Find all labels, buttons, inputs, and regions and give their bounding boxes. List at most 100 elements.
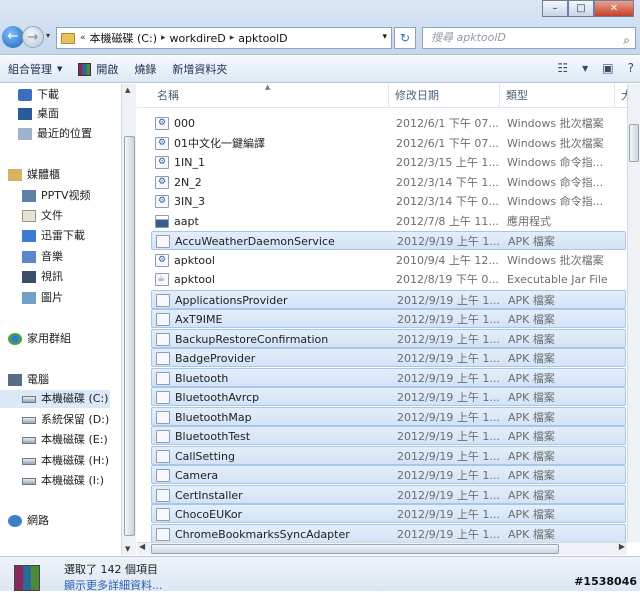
breadcrumb-apktool[interactable]: apktoolD (238, 32, 287, 45)
help-icon[interactable]: ? (628, 61, 634, 75)
file-name: AccuWeatherDaemonService (175, 235, 335, 248)
file-row[interactable]: 2N_2 2012/3/14 下午 1... Windows 命令指... (151, 173, 626, 192)
sidebar-item[interactable]: 本機磁碟 (E:) (0, 431, 108, 449)
column-date[interactable]: 修改日期 (389, 84, 500, 108)
file-list-scrollbar[interactable] (627, 84, 640, 542)
file-row[interactable]: CertInstaller 2012/9/19 上午 1... APK 檔案 (151, 484, 626, 504)
sidebar-item[interactable]: 本機磁碟 (I:) (0, 472, 104, 490)
scroll-thumb[interactable] (629, 124, 639, 162)
navigation-pane: 下載 桌面 最近的位置 媒體櫃 PPTV视频 文件 迅雷下載 音樂 視訊 圖片 家用群組 電腦 本機磁碟… (0, 84, 120, 555)
file-name: 2N_2 (174, 175, 202, 189)
burn-label: 燒錄 (134, 62, 157, 76)
file-row[interactable]: BluetoothMap 2012/9/19 上午 1... APK 檔案 (151, 406, 626, 426)
open-button[interactable]: 開啟 (70, 56, 126, 83)
sidebar-item[interactable]: 文件 (0, 207, 63, 225)
file-name: BluetoothMap (175, 410, 252, 424)
video-icon (22, 190, 36, 202)
new-folder-button[interactable]: 新增資料夾 (164, 56, 235, 83)
scroll-thumb[interactable] (124, 136, 135, 536)
breadcrumb-separator-icon[interactable]: ▸ (230, 33, 235, 43)
back-button[interactable]: ← (2, 26, 24, 48)
file-name: apktool (174, 273, 215, 286)
forward-button[interactable]: → (22, 26, 44, 48)
breadcrumb-separator-icon[interactable]: ▸ (161, 33, 166, 43)
chevron-down-icon: ▼ (57, 64, 63, 73)
burn-button[interactable]: 燒錄 (126, 56, 164, 83)
file-date: 2012/9/19 上午 1... (397, 488, 500, 502)
file-row[interactable]: 000 2012/6/1 下午 07... Windows 批次檔案 (151, 114, 626, 133)
apk-file-icon (156, 527, 170, 541)
file-row[interactable]: AccuWeatherDaemonService 2012/9/19 上午 1..… (151, 231, 626, 250)
scroll-thumb[interactable] (151, 544, 559, 554)
scroll-up-icon[interactable]: ▲ (125, 86, 130, 94)
file-row[interactable]: CallSetting 2012/9/19 上午 1... APK 檔案 (151, 445, 626, 465)
search-input[interactable]: 搜尋 apktoolD ⌕ (422, 27, 636, 49)
breadcrumb-workdir[interactable]: workdireD (170, 32, 226, 45)
sidebar-item[interactable]: 媒體櫃 (0, 166, 60, 184)
maximize-button[interactable]: □ (568, 0, 594, 17)
address-dropdown-icon[interactable]: ▾ (382, 32, 387, 42)
file-row[interactable]: aapt 2012/7/8 上午 11... 應用程式 (151, 212, 626, 231)
file-row[interactable]: 3IN_3 2012/3/14 下午 0... Windows 命令指... (151, 192, 626, 211)
file-row[interactable]: ChocoEUKor 2012/9/19 上午 1... APK 檔案 (151, 504, 626, 523)
sidebar-item[interactable]: 系統保留 (D:) (0, 411, 109, 429)
scroll-left-icon[interactable]: ◀ (139, 542, 145, 551)
sidebar-item[interactable]: 電腦 (0, 371, 49, 389)
sidebar-item[interactable]: 本機磁碟 (C:) (0, 390, 110, 408)
address-bar[interactable]: « 本機磁碟 (C:) ▸ workdireD ▸ apktoolD ▾ (56, 27, 392, 49)
sidebar-item[interactable]: 圖片 (0, 289, 63, 307)
file-row[interactable]: 01中文化一鍵編譯 2012/6/1 下午 07... Windows 批次檔案 (151, 134, 626, 153)
search-icon[interactable]: ⌕ (623, 30, 630, 50)
file-type: APK 檔案 (508, 430, 555, 443)
file-row[interactable]: Camera 2012/9/19 上午 1... APK 檔案 (151, 465, 626, 484)
sidebar-item[interactable]: 家用群組 (0, 330, 71, 348)
sidebar-item[interactable]: 最近的位置 (0, 125, 92, 143)
sidebar-item[interactable]: PPTV视频 (0, 187, 91, 205)
scroll-down-icon[interactable]: ▼ (125, 545, 130, 553)
file-row[interactable]: BluetoothTest 2012/9/19 上午 1... APK 檔案 (151, 426, 626, 445)
organize-menu[interactable]: 組合管理 ▼ (0, 56, 70, 83)
view-dropdown-icon[interactable]: ▼ (582, 64, 588, 73)
apk-file-icon (156, 313, 170, 326)
sidebar-item[interactable]: 視訊 (0, 268, 63, 286)
file-name: 000 (174, 117, 195, 130)
file-row[interactable]: ApplicationsProvider 2012/9/19 上午 1... APK… (151, 289, 626, 309)
apk-file-icon (156, 488, 170, 502)
file-row[interactable]: BackupRestoreConfirmation 2012/9/19 上午 1.… (151, 328, 626, 348)
file-name: ChocoEUKor (175, 508, 243, 521)
close-button[interactable]: ✕ (594, 0, 634, 17)
sidebar-item[interactable]: 桌面 (0, 105, 59, 123)
refresh-button[interactable]: ↻ (394, 27, 416, 49)
organize-label: 組合管理 (8, 62, 52, 76)
winrar-file-icon (14, 565, 40, 591)
down-icon (18, 89, 32, 101)
view-options-icon[interactable]: ☷ (557, 61, 568, 75)
file-row[interactable]: ChromeBookmarksSyncAdapter 2012/9/19 上午 1… (151, 523, 626, 542)
horizontal-scrollbar[interactable]: ◀ ▶ (137, 542, 627, 555)
navigation-scrollbar[interactable]: ▲ ▼ (121, 84, 136, 555)
file-row[interactable]: BadgeProvider 2012/9/19 上午 1... APK 檔案 (151, 348, 626, 367)
sidebar-item[interactable]: 下載 (0, 86, 59, 104)
minimize-button[interactable]: – (542, 0, 568, 17)
file-row[interactable]: apktool 2010/9/4 上午 12... Windows 批次檔案 (151, 251, 626, 270)
breadcrumb-drive[interactable]: 本機磁碟 (C:) (90, 30, 157, 46)
file-row[interactable]: apktool 2012/8/19 下午 0... Executable Jar F… (151, 270, 626, 289)
sidebar-item[interactable]: 迅雷下載 (0, 227, 85, 245)
column-type[interactable]: 類型 (500, 84, 615, 108)
sidebar-item[interactable]: 本機磁碟 (H:) (0, 452, 109, 470)
file-type: APK 檔案 (508, 352, 555, 365)
file-name: ChromeBookmarksSyncAdapter (175, 527, 350, 541)
file-type: APK 檔案 (508, 508, 555, 521)
home-icon (8, 333, 22, 345)
breadcrumb-overflow[interactable]: « (80, 33, 86, 43)
sidebar-item[interactable]: 網路 (0, 512, 49, 530)
file-row[interactable]: Bluetooth 2012/9/19 上午 1... APK 檔案 (151, 367, 626, 387)
scroll-right-icon[interactable]: ▶ (619, 542, 625, 551)
preview-pane-icon[interactable]: ▣ (602, 61, 613, 75)
recent-pages-dropdown[interactable]: ▾ (46, 31, 50, 40)
file-row[interactable]: 1IN_1 2012/3/15 上午 1... Windows 命令指... (151, 153, 626, 172)
column-name[interactable]: 名稱 (151, 84, 389, 108)
sidebar-item[interactable]: 音樂 (0, 248, 63, 266)
file-row[interactable]: BluetoothAvrcp 2012/9/19 上午 1... APK 檔案 (151, 387, 626, 406)
file-row[interactable]: AxT9IME 2012/9/19 上午 1... APK 檔案 (151, 309, 626, 328)
